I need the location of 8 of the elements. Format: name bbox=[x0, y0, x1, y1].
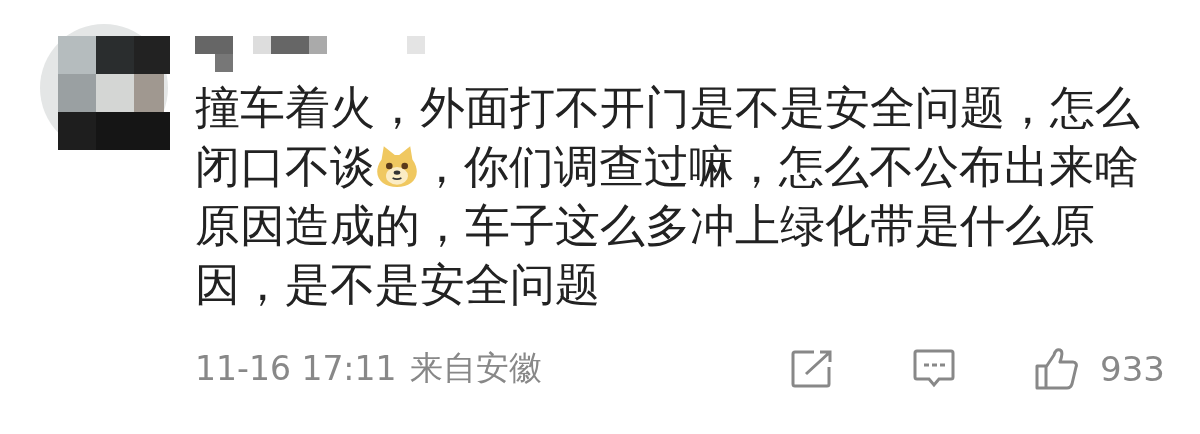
comment-text: 撞车着火，外面打不开门是不是安全问题，怎么闭口不谈 ，你们调查过嘛，怎么不公布出来啥原因造成的，车子这么多冲上绿化带是什么原因，是不是安全问题 bbox=[195, 80, 1141, 313]
dog-emoji-icon bbox=[375, 144, 419, 188]
timestamp: 11-16 17:11 bbox=[195, 349, 397, 388]
like-button[interactable]: 933 bbox=[1034, 346, 1165, 391]
share-icon[interactable] bbox=[790, 348, 835, 389]
comment-icon[interactable] bbox=[912, 347, 957, 390]
location-text: 来自安徽 bbox=[410, 347, 543, 389]
thumbs-up-icon bbox=[1034, 346, 1079, 391]
